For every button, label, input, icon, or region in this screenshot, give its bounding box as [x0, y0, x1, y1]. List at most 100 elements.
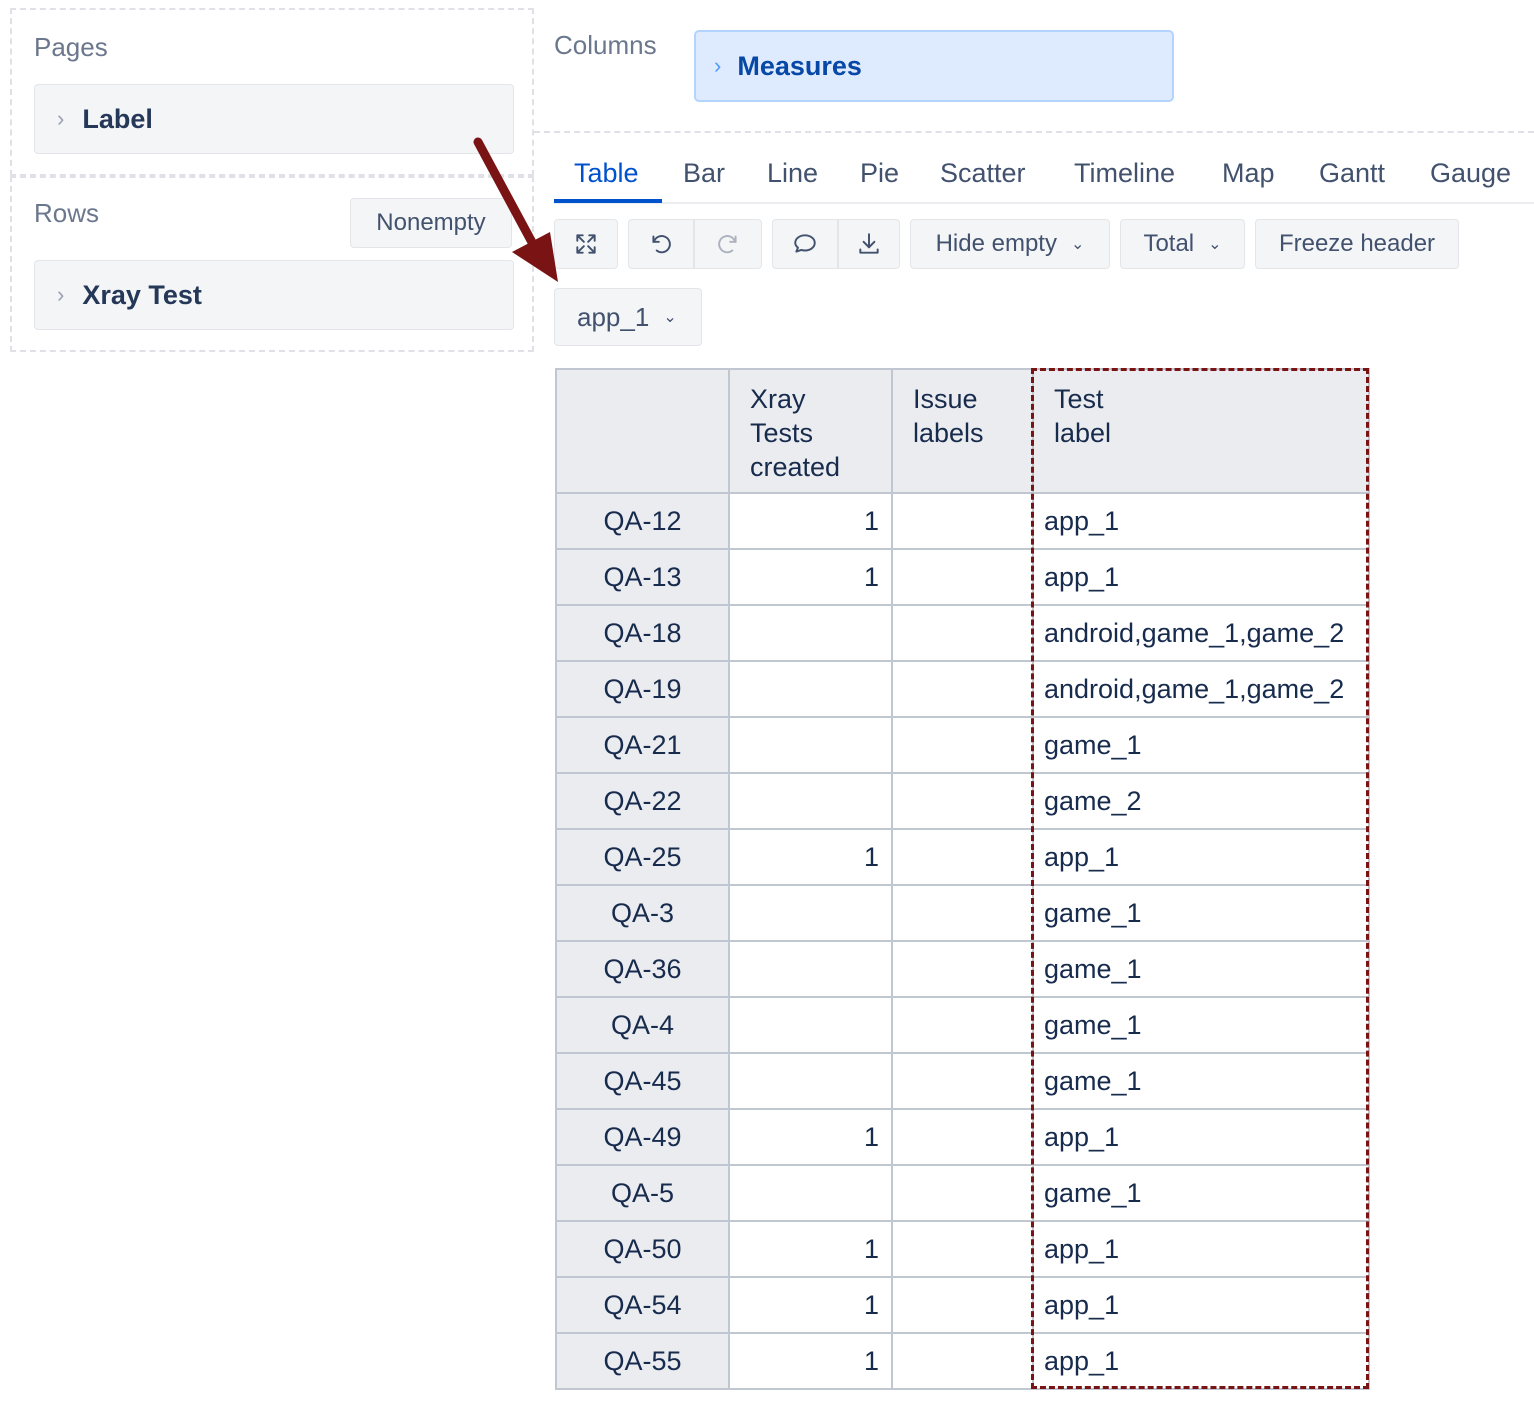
- table-row: QA-50 1 app_1: [555, 1220, 1370, 1278]
- issue-labels-cell: [891, 1276, 1034, 1334]
- row-header-cell[interactable]: QA-50: [555, 1220, 730, 1278]
- xray-tests-created-cell: [728, 772, 893, 830]
- test-label-cell: game_1: [1032, 1052, 1370, 1110]
- test-label-cell: app_1: [1032, 1220, 1370, 1278]
- tab-bar[interactable]: Bar: [683, 158, 725, 189]
- columns-divider: [534, 131, 1534, 133]
- hide-empty-dropdown[interactable]: Hide empty ⌄: [910, 219, 1110, 269]
- xray-tests-created-cell: [728, 604, 893, 662]
- test-label-cell: game_1: [1032, 884, 1370, 942]
- table-row: QA-5 game_1: [555, 1164, 1370, 1222]
- xray-tests-created-cell: 1: [728, 1220, 893, 1278]
- table-row: QA-19 android,game_1,game_2: [555, 660, 1370, 718]
- pages-dimension-chip[interactable]: › Label: [34, 84, 514, 154]
- xray-tests-created-cell: [728, 884, 893, 942]
- table-row: QA-54 1 app_1: [555, 1276, 1370, 1334]
- xray-tests-created-cell: 1: [728, 1108, 893, 1166]
- issue-labels-cell: [891, 548, 1034, 606]
- test-label-cell: app_1: [1032, 1108, 1370, 1166]
- total-dropdown[interactable]: Total ⌄: [1120, 219, 1245, 269]
- issue-labels-cell: [891, 828, 1034, 886]
- row-header-cell[interactable]: QA-3: [555, 884, 730, 942]
- chevron-right-icon: ›: [57, 282, 65, 307]
- chevron-down-icon: ⌄: [1070, 236, 1085, 253]
- row-header-cell[interactable]: QA-21: [555, 716, 730, 774]
- table-row: QA-25 1 app_1: [555, 828, 1370, 886]
- issue-labels-cell: [891, 492, 1034, 550]
- undo-button[interactable]: [628, 219, 694, 269]
- issue-labels-cell: [891, 1108, 1034, 1166]
- issue-labels-cell: [891, 996, 1034, 1054]
- table-row: QA-21 game_1: [555, 716, 1370, 774]
- issue-labels-cell: [891, 604, 1034, 662]
- xray-tests-created-cell: [728, 660, 893, 718]
- row-header-cell[interactable]: QA-22: [555, 772, 730, 830]
- rows-dimension-label: Xray Test: [82, 279, 202, 310]
- pages-title: Pages: [34, 32, 108, 62]
- tab-line[interactable]: Line: [767, 158, 818, 189]
- rows-title: Rows: [34, 198, 100, 228]
- measures-label: Measures: [737, 50, 862, 81]
- row-header-cell[interactable]: QA-12: [555, 492, 730, 550]
- xray-tests-created-cell: [728, 996, 893, 1054]
- tab-pie[interactable]: Pie: [860, 158, 899, 189]
- row-header-cell[interactable]: QA-25: [555, 828, 730, 886]
- row-header-cell[interactable]: QA-19: [555, 660, 730, 718]
- measures-chip[interactable]: › Measures: [694, 30, 1174, 102]
- row-header-cell[interactable]: QA-49: [555, 1108, 730, 1166]
- table-row: QA-18 android,game_1,game_2: [555, 604, 1370, 662]
- header-test-label[interactable]: Test label: [1032, 368, 1370, 494]
- issue-labels-cell: [891, 884, 1034, 942]
- page-member-value: app_1: [577, 301, 650, 332]
- rows-panel: Rows Nonempty › Xray Test: [10, 176, 534, 352]
- tab-map[interactable]: Map: [1222, 158, 1275, 189]
- active-tab-indicator: [554, 199, 662, 203]
- test-label-cell: app_1: [1032, 1276, 1370, 1334]
- hide-empty-label: Hide empty: [935, 230, 1057, 257]
- tab-scatter[interactable]: Scatter: [940, 158, 1026, 189]
- freeze-header-button[interactable]: Freeze header: [1255, 219, 1459, 269]
- export-button[interactable]: [838, 219, 900, 269]
- test-label-cell: game_1: [1032, 996, 1370, 1054]
- issue-labels-cell: [891, 772, 1034, 830]
- test-label-cell: game_1: [1032, 940, 1370, 998]
- tab-table[interactable]: Table: [574, 158, 639, 189]
- pages-panel: Pages › Label: [10, 8, 534, 176]
- table-row: QA-49 1 app_1: [555, 1108, 1370, 1166]
- redo-icon: [718, 235, 737, 254]
- test-label-cell: app_1: [1032, 548, 1370, 606]
- row-header-cell[interactable]: QA-4: [555, 996, 730, 1054]
- total-label: Total: [1143, 230, 1195, 257]
- row-header-cell[interactable]: QA-55: [555, 1332, 730, 1390]
- test-label-cell: app_1: [1032, 492, 1370, 550]
- chevron-right-icon: ›: [714, 53, 722, 78]
- issue-labels-cell: [891, 1052, 1034, 1110]
- xray-tests-created-cell: 1: [728, 828, 893, 886]
- row-header-cell[interactable]: QA-36: [555, 940, 730, 998]
- row-header-cell[interactable]: QA-18: [555, 604, 730, 662]
- comment-icon: [794, 234, 816, 253]
- download-icon: [859, 233, 879, 254]
- test-label-cell: app_1: [1032, 828, 1370, 886]
- xray-tests-created-cell: [728, 716, 893, 774]
- comment-button[interactable]: [772, 219, 838, 269]
- redo-button[interactable]: [694, 219, 762, 269]
- issue-labels-cell: [891, 660, 1034, 718]
- rows-dimension-chip[interactable]: › Xray Test: [34, 260, 514, 330]
- tab-gauge[interactable]: Gauge: [1430, 158, 1511, 189]
- tab-timeline[interactable]: Timeline: [1074, 158, 1175, 189]
- header-issue-labels[interactable]: Issue labels: [891, 368, 1034, 494]
- row-header-cell[interactable]: QA-54: [555, 1276, 730, 1334]
- row-header-cell[interactable]: QA-45: [555, 1052, 730, 1110]
- header-xray-tests-created[interactable]: Xray Tests created: [728, 368, 893, 494]
- page-member-select[interactable]: app_1 ⌄: [554, 288, 702, 346]
- row-header-cell[interactable]: QA-5: [555, 1164, 730, 1222]
- chart-type-tabs: Table Bar Line Pie Scatter Timeline Map …: [554, 150, 1534, 204]
- tab-gantt[interactable]: Gantt: [1319, 158, 1385, 189]
- row-header-cell[interactable]: QA-13: [555, 548, 730, 606]
- columns-title: Columns: [554, 30, 657, 60]
- xray-tests-created-cell: 1: [728, 492, 893, 550]
- header-corner: [555, 368, 730, 494]
- issue-labels-cell: [891, 940, 1034, 998]
- chevron-down-icon: ⌄: [1208, 236, 1222, 253]
